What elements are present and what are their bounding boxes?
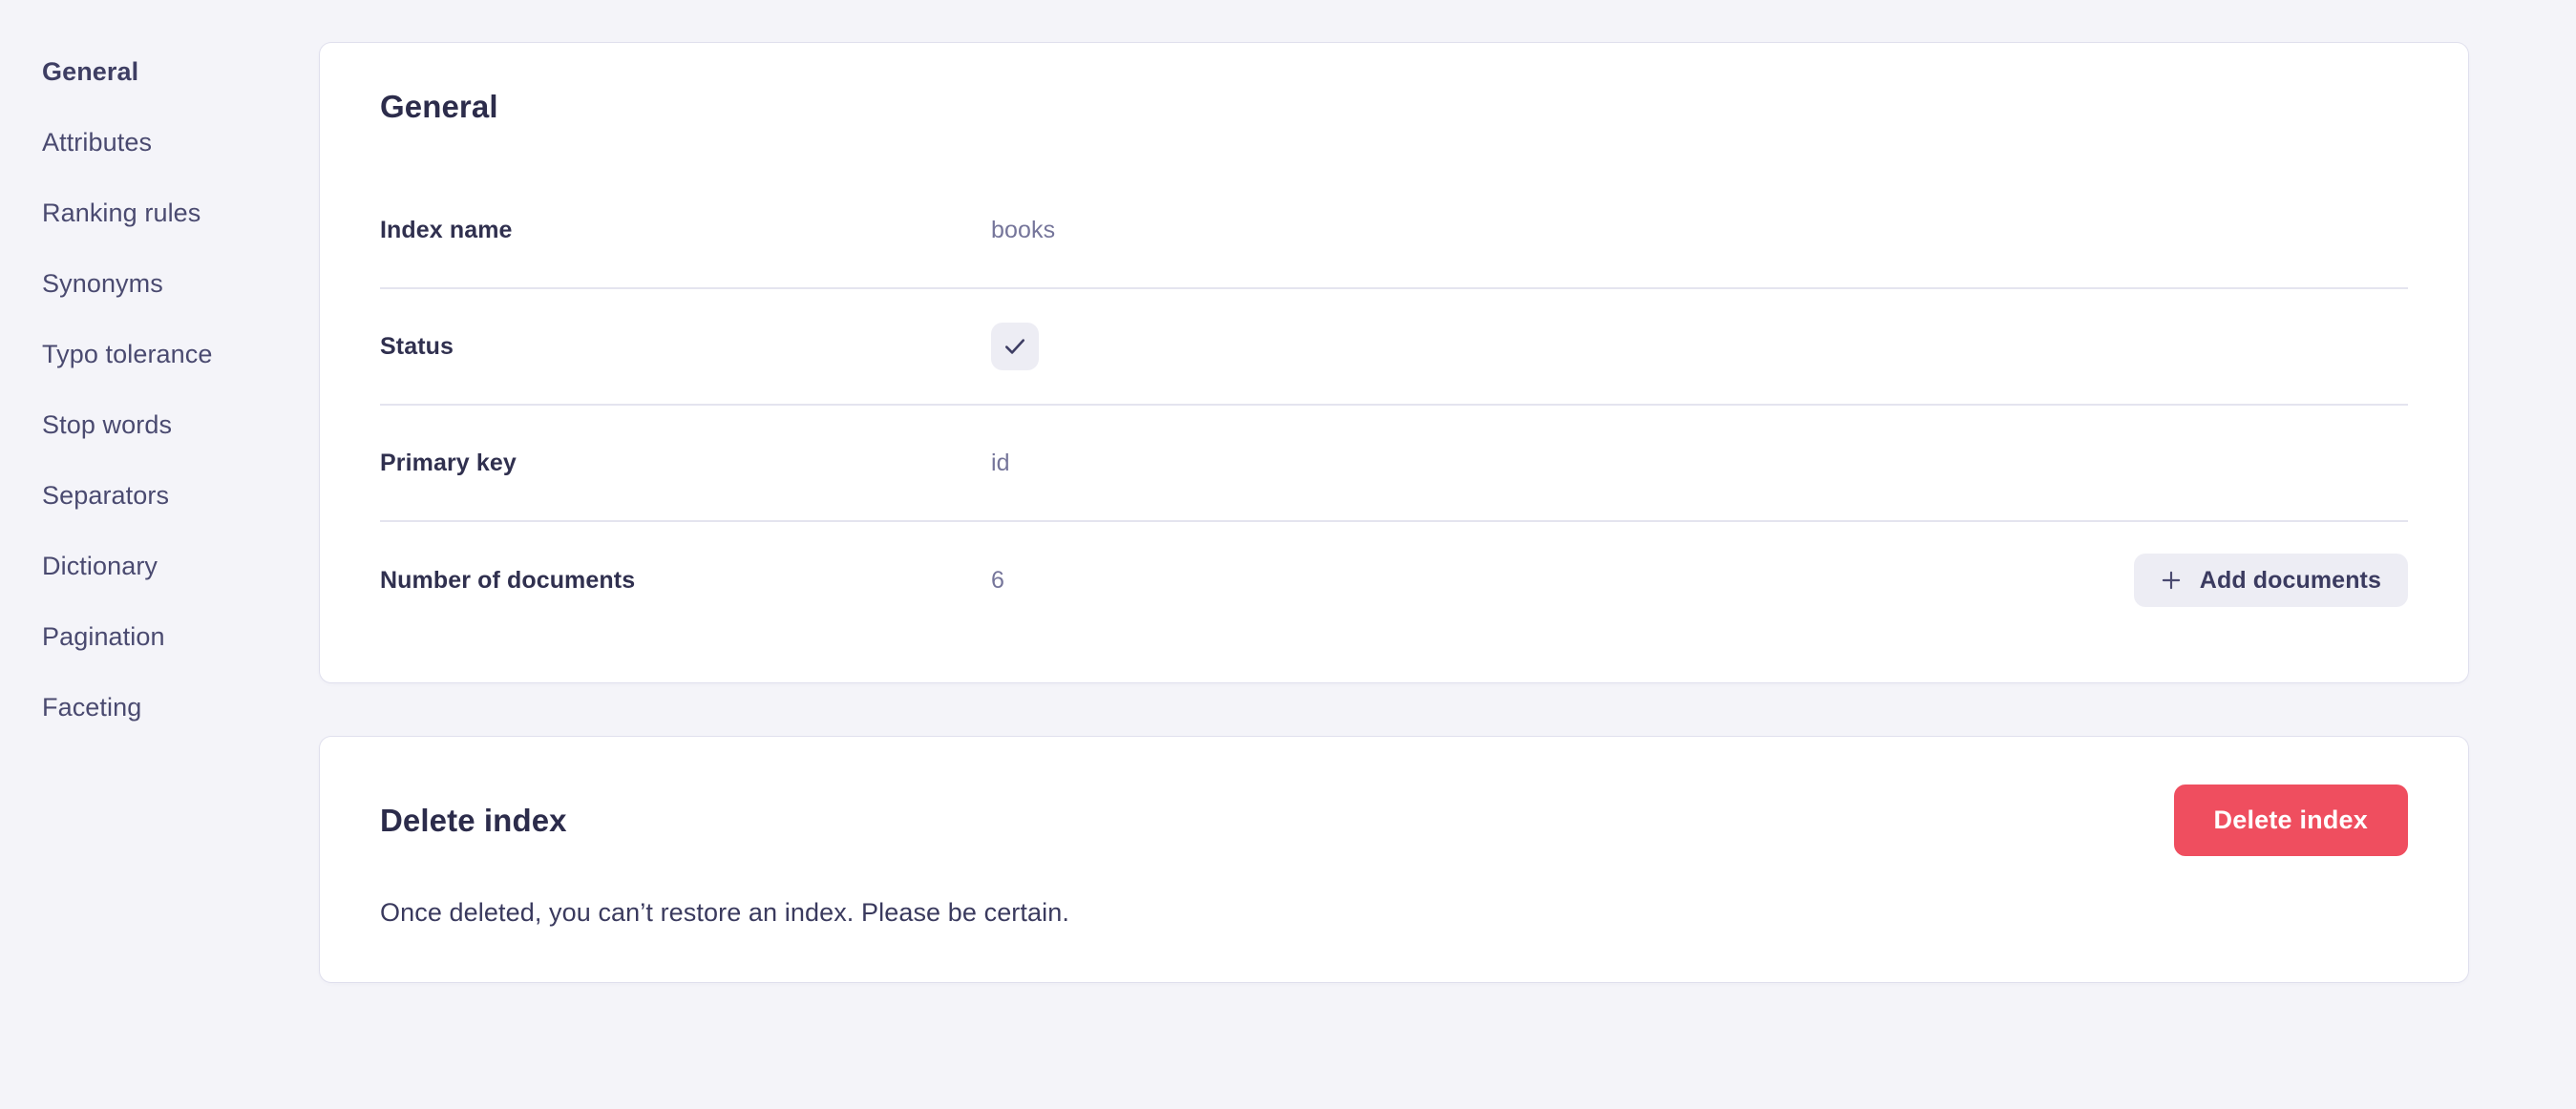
status-badge: [991, 323, 1039, 370]
table-row-status: Status: [380, 289, 2408, 406]
add-documents-button[interactable]: Add documents: [2133, 554, 2408, 607]
sidebar-item-attributes[interactable]: Attributes: [42, 130, 320, 156]
sidebar-item-typo-tolerance[interactable]: Typo tolerance: [42, 342, 320, 367]
sidebar-item-label: Attributes: [42, 128, 153, 157]
add-documents-label: Add documents: [2199, 566, 2381, 594]
sidebar-item-separators[interactable]: Separators: [42, 483, 320, 509]
settings-main: General Index name books Status Primary …: [320, 0, 2576, 983]
sidebar-item-dictionary[interactable]: Dictionary: [42, 554, 320, 579]
table-row-primary-key: Primary key id: [380, 406, 2408, 522]
row-value-index-name: books: [991, 216, 1056, 243]
row-value-status: [991, 323, 2408, 370]
sidebar-item-label: Separators: [42, 481, 170, 510]
plus-icon: [2159, 568, 2184, 593]
sidebar-item-synonyms[interactable]: Synonyms: [42, 271, 320, 297]
row-value-number-of-documents: 6: [991, 566, 1005, 594]
general-info-table: Index name books Status Primary key id N…: [380, 173, 2408, 638]
row-label: Primary key: [380, 449, 517, 476]
row-label: Index name: [380, 216, 513, 243]
row-value-primary-key: id: [991, 449, 1010, 476]
sidebar-item-label: Dictionary: [42, 552, 158, 580]
delete-index-header: Delete index Delete index: [380, 785, 2408, 856]
page-title: General: [380, 89, 498, 124]
sidebar-item-label: Pagination: [42, 622, 165, 651]
table-row-index-name: Index name books: [380, 173, 2408, 289]
sidebar-item-label: Ranking rules: [42, 199, 201, 227]
sidebar-item-stop-words[interactable]: Stop words: [42, 412, 320, 438]
sidebar-item-faceting[interactable]: Faceting: [42, 695, 320, 721]
check-icon: [1002, 333, 1028, 360]
sidebar-item-general[interactable]: General: [42, 59, 320, 85]
sidebar-item-label: Typo tolerance: [42, 340, 213, 368]
sidebar-item-label: General: [42, 57, 139, 86]
sidebar-item-label: Stop words: [42, 410, 173, 439]
sidebar-item-ranking-rules[interactable]: Ranking rules: [42, 200, 320, 226]
sidebar-item-label: Synonyms: [42, 269, 163, 298]
delete-index-card: Delete index Delete index Once deleted, …: [320, 737, 2468, 983]
row-label: Status: [380, 332, 454, 360]
sidebar-item-pagination[interactable]: Pagination: [42, 624, 320, 650]
row-label: Number of documents: [380, 566, 636, 594]
delete-index-title: Delete index: [380, 803, 567, 838]
settings-sidebar: General Attributes Ranking rules Synonym…: [0, 0, 320, 765]
general-card: General Index name books Status Primary …: [320, 43, 2468, 682]
delete-index-button[interactable]: Delete index: [2173, 785, 2408, 856]
delete-index-description: Once deleted, you can’t restore an index…: [380, 898, 1069, 927]
settings-page: General Attributes Ranking rules Synonym…: [0, 0, 2576, 1109]
row-action: Add documents: [2133, 554, 2408, 607]
table-row-number-of-documents: Number of documents 6 Add documents: [380, 522, 2408, 638]
delete-index-button-label: Delete index: [2213, 806, 2368, 834]
sidebar-item-label: Faceting: [42, 693, 142, 722]
